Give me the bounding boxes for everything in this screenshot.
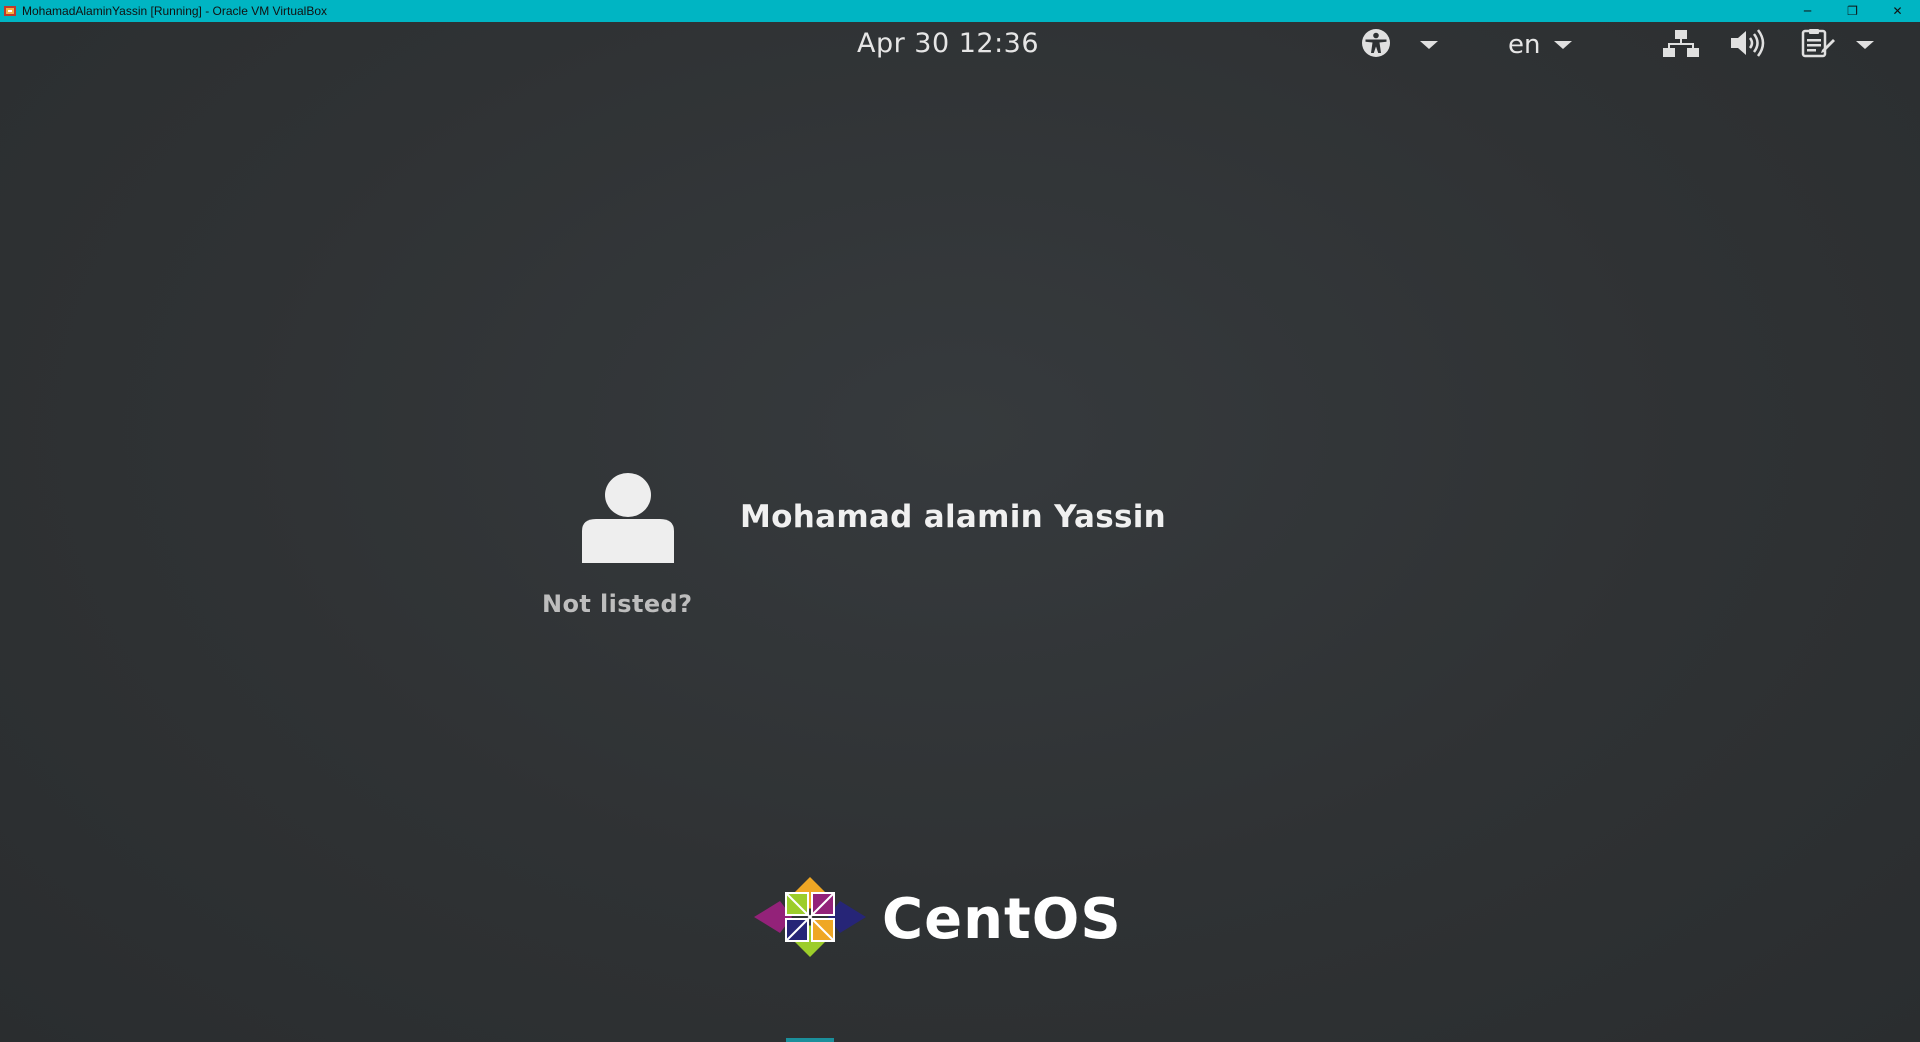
minimize-button[interactable]: ─ [1785,0,1830,22]
system-menu[interactable] [1800,28,1874,62]
system-menu-dropdown-arrow-icon [1856,41,1874,49]
virtualbox-app-icon [3,4,17,18]
window-title: MohamadAlaminYassin [Running] - Oracle V… [22,4,328,18]
restore-button[interactable]: ❐ [1830,0,1875,22]
vm-display[interactable]: Apr 30 12:36 en Mohamad alamin Yassin No… [0,22,1920,1042]
centos-emblem-icon [752,877,868,961]
network-status[interactable] [1662,30,1700,60]
language-label: en [1508,30,1541,60]
language-dropdown-arrow-icon [1554,41,1573,49]
user-name: Mohamad alamin Yassin [740,499,1167,535]
close-button[interactable]: ✕ [1875,0,1920,22]
user-avatar-icon [568,462,688,572]
not-listed-link[interactable]: Not listed? [542,590,692,618]
network-icon [1662,28,1700,62]
volume-icon [1728,28,1768,62]
accessibility-icon [1356,28,1396,62]
gnome-top-bar: Apr 30 12:36 en [0,22,1920,68]
window-controls: ─ ❐ ✕ [1785,0,1920,22]
user-list-item[interactable]: Mohamad alamin Yassin [568,462,1166,572]
volume-control[interactable] [1728,28,1768,62]
centos-wordmark: CentOS [882,886,1122,952]
accessibility-menu[interactable] [1356,28,1438,62]
clock[interactable]: Apr 30 12:36 [857,28,1039,59]
bottom-accent-bar [786,1038,834,1042]
language-menu[interactable]: en [1508,30,1573,60]
host-window-titlebar: MohamadAlaminYassin [Running] - Oracle V… [0,0,1920,22]
accessibility-dropdown-arrow-icon [1420,41,1438,49]
power-menu-icon [1800,28,1836,62]
centos-logo: CentOS [752,877,1122,961]
